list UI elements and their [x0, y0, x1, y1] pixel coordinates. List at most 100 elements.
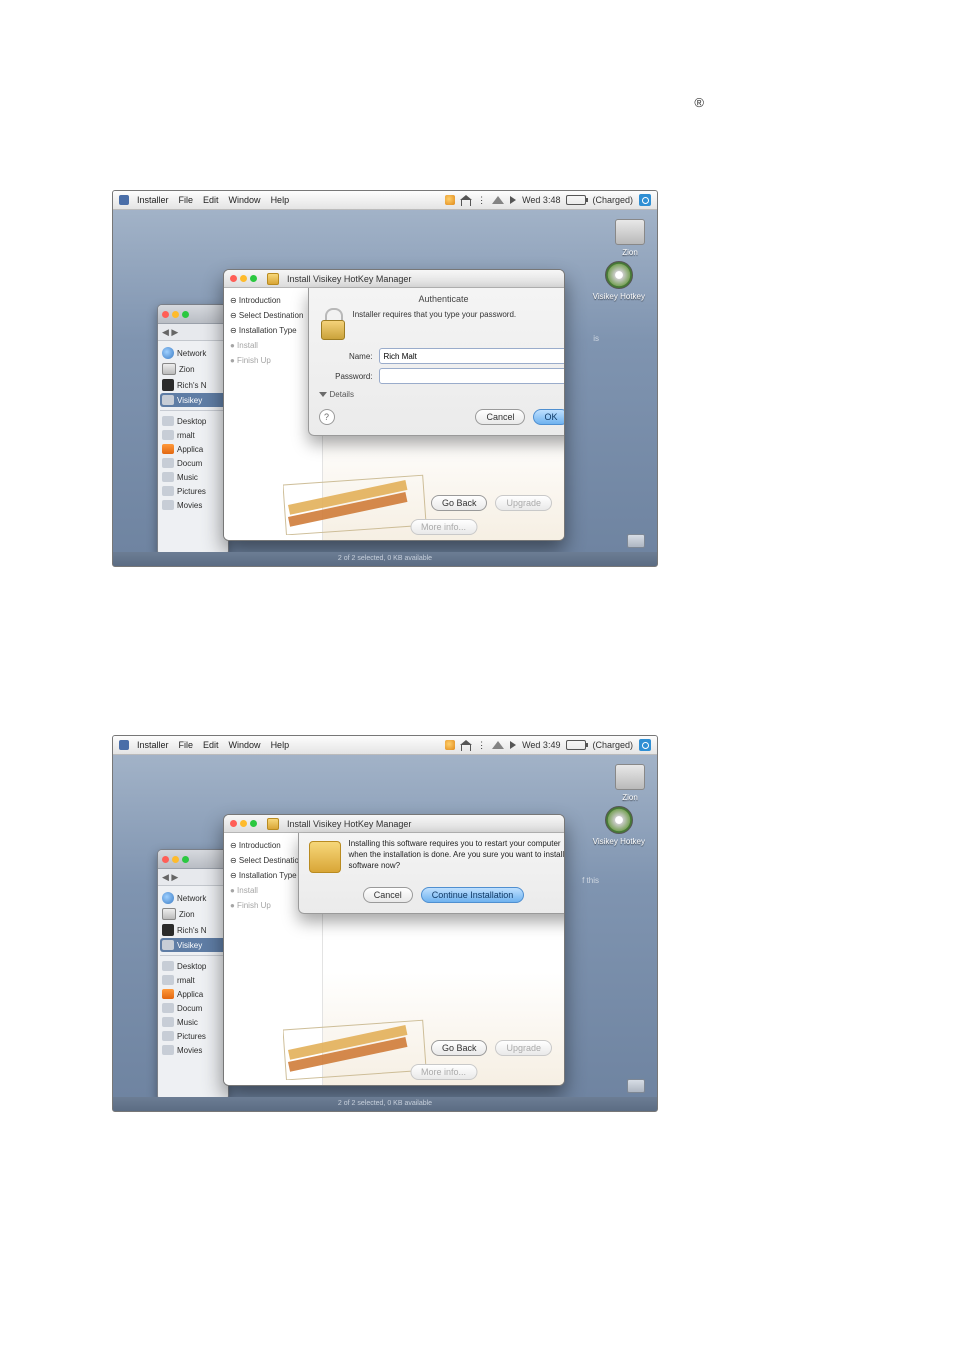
apple-menu-icon[interactable] [119, 740, 129, 750]
zoom-icon[interactable] [182, 856, 189, 863]
menubar-item[interactable]: File [179, 195, 194, 205]
wifi-icon[interactable] [492, 196, 504, 204]
sidebar-item-applica[interactable]: Applica [160, 987, 226, 1001]
nav-arrows[interactable]: ◀ ▶ [162, 872, 178, 883]
net-icon [162, 347, 174, 359]
sidebar-item-label: rmalt [177, 976, 195, 985]
more-info-button[interactable]: More info... [410, 519, 477, 535]
close-icon[interactable] [162, 856, 169, 863]
sidebar-item-network[interactable]: Network [160, 345, 226, 361]
close-icon[interactable] [230, 820, 237, 827]
sidebar-item-docum[interactable]: Docum [160, 1001, 226, 1015]
installer-titlebar[interactable]: Install Visikey HotKey Manager [224, 270, 564, 288]
menubar-item[interactable]: Edit [203, 740, 219, 750]
sidebar-item-docum[interactable]: Docum [160, 456, 226, 470]
name-field[interactable] [379, 348, 566, 364]
menubar-item[interactable]: Edit [203, 195, 219, 205]
zoom-icon[interactable] [250, 820, 257, 827]
installer-titlebar[interactable]: Install Visikey HotKey Manager [224, 815, 564, 833]
minimize-icon[interactable] [240, 820, 247, 827]
desktop-hd[interactable]: Zion [615, 764, 645, 802]
volume-icon[interactable] [510, 196, 516, 204]
menubar-item[interactable]: Window [229, 195, 261, 205]
window-resize-handle[interactable] [627, 1079, 645, 1093]
sidebar-item-zion[interactable]: Zion [160, 361, 226, 377]
sidebar-item-movies[interactable]: Movies [160, 498, 226, 512]
minimize-icon[interactable] [172, 311, 179, 318]
zoom-icon[interactable] [250, 275, 257, 282]
status-icon[interactable] [445, 195, 455, 205]
go-back-button[interactable]: Go Back [431, 495, 488, 511]
sidebar-item-network[interactable]: Network [160, 890, 226, 906]
registered-trademark: ® [694, 95, 704, 110]
menubar-item[interactable]: File [179, 740, 194, 750]
window-resize-handle[interactable] [627, 534, 645, 548]
desktop-cd[interactable]: Visikey Hotkey [593, 806, 645, 846]
sidebar-item-rich's n[interactable]: Rich's N [160, 922, 226, 938]
menubar-item[interactable]: Installer [137, 740, 169, 750]
sidebar-item-music[interactable]: Music [160, 1015, 226, 1029]
sidebar-item-desktop[interactable]: Desktop [160, 959, 226, 973]
desktop-cd[interactable]: Visikey Hotkey [593, 261, 645, 301]
authenticate-sheet: Authenticate Installer requires that you… [308, 288, 566, 436]
sidebar-item-label: Zion [179, 910, 195, 919]
sidebar-item-rmalt[interactable]: rmalt [160, 973, 226, 987]
sidebar-item-pictures[interactable]: Pictures [160, 1029, 226, 1043]
volume-icon[interactable] [510, 741, 516, 749]
sidebar-item-zion[interactable]: Zion [160, 906, 226, 922]
finder-titlebar[interactable] [158, 305, 228, 324]
home-icon[interactable] [461, 744, 471, 751]
battery-icon[interactable] [566, 195, 586, 205]
more-info-button[interactable]: More info... [410, 1064, 477, 1080]
spotlight-icon[interactable] [639, 194, 651, 206]
zoom-icon[interactable] [182, 311, 189, 318]
menubar-item[interactable]: Window [229, 740, 261, 750]
go-back-button[interactable]: Go Back [431, 1040, 488, 1056]
cancel-button[interactable]: Cancel [363, 887, 413, 903]
battery-icon[interactable] [566, 740, 586, 750]
desktop-hd[interactable]: Zion [615, 219, 645, 257]
status-icon[interactable] [445, 740, 455, 750]
bt-icon[interactable]: ⋮ [477, 195, 486, 206]
bt-icon[interactable]: ⋮ [477, 740, 486, 751]
ok-button[interactable]: OK [533, 409, 565, 425]
menubar-item[interactable]: Installer [137, 195, 169, 205]
sidebar-item-desktop[interactable]: Desktop [160, 414, 226, 428]
finder-titlebar[interactable] [158, 850, 228, 869]
folder-icon [162, 1003, 174, 1013]
continue-installation-button[interactable]: Continue Installation [421, 887, 525, 903]
home-icon[interactable] [461, 199, 471, 206]
cancel-button[interactable]: Cancel [475, 409, 525, 425]
upgrade-button[interactable]: Upgrade [495, 1040, 552, 1056]
help-button[interactable]: ? [319, 409, 335, 425]
sidebar-item-rmalt[interactable]: rmalt [160, 428, 226, 442]
details-disclosure[interactable]: Details [319, 390, 566, 399]
upgrade-button[interactable]: Upgrade [495, 495, 552, 511]
sidebar-item-movies[interactable]: Movies [160, 1043, 226, 1057]
menubar-item[interactable]: Help [271, 195, 290, 205]
clock[interactable]: Wed 3:49 [522, 740, 560, 750]
wifi-icon[interactable] [492, 741, 504, 749]
sidebar-item-music[interactable]: Music [160, 470, 226, 484]
spotlight-icon[interactable] [639, 739, 651, 751]
folder-icon [162, 500, 174, 510]
clock[interactable]: Wed 3:48 [522, 195, 560, 205]
auth-message: Installer requires that you type your pa… [319, 310, 566, 319]
minimize-icon[interactable] [172, 856, 179, 863]
restart-required-sheet: Installing this software requires you to… [298, 833, 566, 914]
sidebar-item-visikey[interactable]: Visikey [160, 393, 226, 407]
sidebar-item-visikey[interactable]: Visikey [160, 938, 226, 952]
nav-arrows[interactable]: ◀ ▶ [162, 327, 178, 338]
sidebar-item-rich's n[interactable]: Rich's N [160, 377, 226, 393]
sidebar-item-pictures[interactable]: Pictures [160, 484, 226, 498]
sidebar-item-applica[interactable]: Applica [160, 442, 226, 456]
music-icon [162, 472, 174, 482]
close-icon[interactable] [230, 275, 237, 282]
sidebar-item-label: Rich's N [177, 926, 207, 935]
password-field[interactable] [379, 368, 566, 384]
close-icon[interactable] [162, 311, 169, 318]
folder-icon [162, 458, 174, 468]
apple-menu-icon[interactable] [119, 195, 129, 205]
menubar-item[interactable]: Help [271, 740, 290, 750]
minimize-icon[interactable] [240, 275, 247, 282]
